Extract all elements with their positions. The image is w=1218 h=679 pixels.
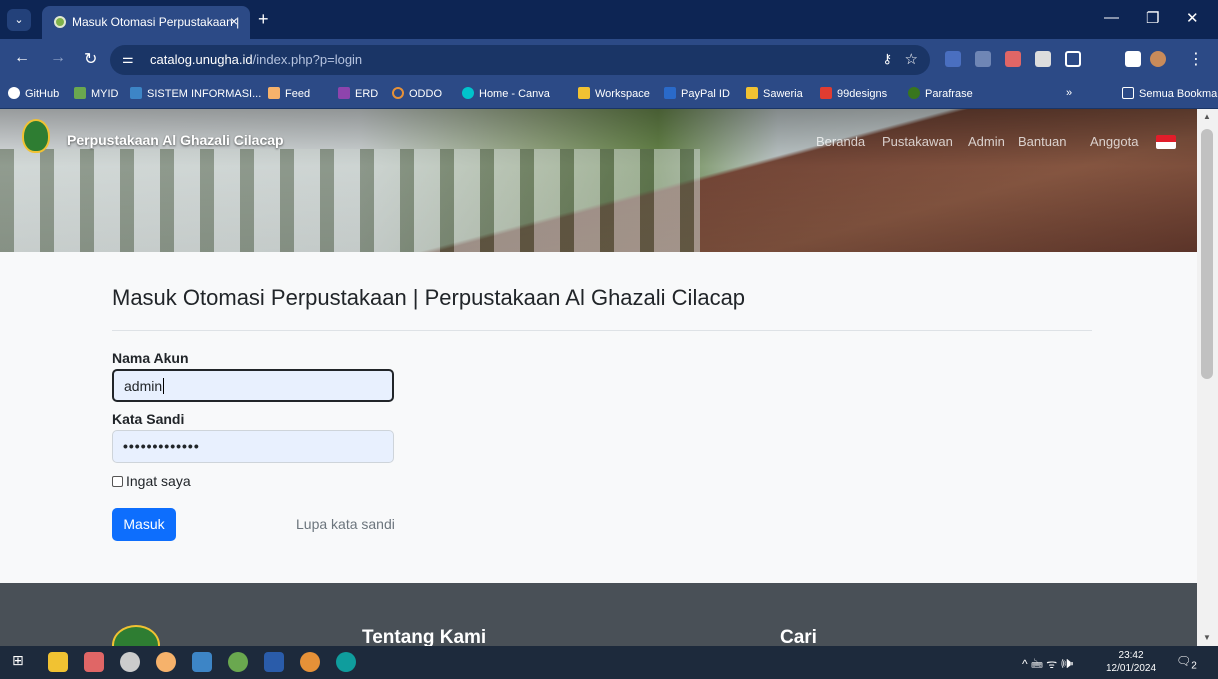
back-arrow-icon[interactable]: ← [14,49,30,67]
page-title: Masuk Otomasi Perpustakaan | Perpustakaa… [112,285,746,310]
windows-start-icon[interactable]: ⊞ [12,652,32,672]
url-text: catalog.unugha.id/index.php?p=login [150,52,363,67]
library-logo[interactable] [22,119,50,153]
bookmarks-bar: GitHub MYID SISTEM INFORMASI... Feed ERD… [0,81,1218,109]
nav-anggota[interactable]: Anggota [1090,134,1138,149]
extension-icon[interactable] [945,51,961,67]
page-viewport: Perpustakaan Al Ghazali Cilacap Beranda … [0,109,1197,646]
hero-building-image [0,149,700,252]
username-input[interactable]: admin [112,369,394,402]
page-scrollbar[interactable]: ▲ ▼ [1197,109,1218,646]
bookmark-favicon-icon [392,87,404,99]
reload-icon[interactable]: ↻ [84,49,97,69]
chrome-icon[interactable] [300,652,320,672]
bookmark-item[interactable]: MYID [74,87,119,100]
password-label: Kata Sandi [112,411,185,427]
folder-icon [1122,87,1134,99]
site-info-icon[interactable]: ⚌ [122,51,134,67]
extension-icon[interactable] [975,51,991,67]
paypal-icon [664,87,676,99]
bookmark-folder[interactable]: Semua Bookmark [1122,87,1218,100]
tab-title: Masuk Otomasi Perpustakaan | [72,15,240,29]
bookmark-favicon-icon [338,87,350,99]
nav-bantuan[interactable]: Bantuan [1018,134,1066,149]
notification-icon[interactable]: 🗨2 [1176,654,1197,671]
bookmark-item[interactable]: Parafrase [908,87,973,100]
minimize-button[interactable]: — [1104,9,1119,26]
remember-me[interactable]: Ingat saya [112,473,191,489]
address-bar[interactable]: ⚌ catalog.unugha.id/index.php?p=login ⚷ … [110,45,930,75]
vscode-icon[interactable] [192,652,212,672]
close-window-button[interactable]: ✕ [1186,9,1199,27]
bookmark-item[interactable]: Home - Canva [462,87,550,100]
extensions-puzzle-icon[interactable] [1065,51,1081,67]
bookmark-favicon-icon [130,87,142,99]
password-input[interactable]: ••••••••••••• [112,430,394,463]
edge-icon[interactable] [336,652,356,672]
password-key-icon[interactable]: ⚷ [882,51,892,67]
new-tab-button[interactable]: + [258,9,269,30]
bookmark-item[interactable]: 99designs [820,87,887,100]
restore-button[interactable]: ❐ [1146,9,1159,27]
bookmark-star-icon[interactable]: ☆ [905,50,918,68]
bookmark-item[interactable]: GitHub [8,87,59,100]
github-icon [8,87,20,99]
divider [112,330,1092,331]
forward-arrow-icon[interactable]: → [50,49,66,67]
bookmark-item[interactable]: Feed [268,87,310,100]
chrome-canary-icon[interactable] [156,652,176,672]
bookmark-item[interactable]: PayPal ID [664,87,730,100]
canva-icon [462,87,474,99]
file-explorer-icon[interactable] [48,652,68,672]
taskbar: ⊞ ^ 🖮 ᯤ 🕪 23:42 12/01/2024 🗨2 [0,646,1218,679]
footer-about-heading: Tentang Kami [362,627,487,646]
scroll-down-icon[interactable]: ▼ [1203,633,1211,642]
word-icon[interactable] [264,652,284,672]
hero-banner: Perpustakaan Al Ghazali Cilacap Beranda … [0,109,1197,252]
system-tray-icons[interactable]: ^ 🖮 ᯤ 🕪 [1022,655,1074,676]
browser-toolbar: ← → ↻ ⚌ catalog.unugha.id/index.php?p=lo… [0,39,1218,81]
extension-icon[interactable] [1005,51,1021,67]
site-favicon-icon [54,16,66,28]
bookmark-item[interactable]: SISTEM INFORMASI... [130,87,261,100]
bookmark-favicon-icon [820,87,832,99]
scroll-up-icon[interactable]: ▲ [1203,112,1211,121]
language-flag-icon[interactable] [1156,135,1176,149]
footer-logo [112,625,160,646]
nav-beranda[interactable]: Beranda [816,134,865,149]
whatsapp-icon[interactable] [228,652,248,672]
profile-avatar[interactable] [1150,51,1166,67]
extension-icon[interactable] [1035,51,1051,67]
username-label: Nama Akun [112,350,189,366]
app-icon[interactable] [120,652,140,672]
tab-search-button[interactable]: ⌄ [7,9,31,31]
scrollbar-thumb[interactable] [1201,129,1213,379]
forgot-password-link[interactable]: Lupa kata sandi [296,516,395,532]
side-panel-icon[interactable] [1125,51,1141,67]
bookmark-favicon-icon [908,87,920,99]
site-brand[interactable]: Perpustakaan Al Ghazali Cilacap [67,132,284,148]
bookmarks-overflow-button[interactable]: » [1066,87,1072,99]
bookmark-item[interactable]: Workspace [578,87,650,100]
nav-admin[interactable]: Admin [968,134,1005,149]
footer: Tentang Kami Cari [0,583,1197,646]
bookmark-favicon-icon [746,87,758,99]
bookmark-item[interactable]: ERD [338,87,378,100]
remember-checkbox[interactable] [112,476,123,487]
browser-tab-strip: ⌄ Masuk Otomasi Perpustakaan | × + — ❐ ✕ [0,0,1218,39]
footer-search-heading: Cari [780,627,817,646]
figma-icon[interactable] [84,652,104,672]
bookmark-item[interactable]: Saweria [746,87,803,100]
bookmark-favicon-icon [578,87,590,99]
clock[interactable]: 23:42 12/01/2024 [1106,649,1156,675]
bookmark-favicon-icon [268,87,280,99]
browser-tab[interactable]: Masuk Otomasi Perpustakaan | × [42,6,250,39]
bookmark-item[interactable]: ODDO [392,87,442,100]
nav-pustakawan[interactable]: Pustakawan [882,134,953,149]
tab-close-icon[interactable]: × [230,13,238,29]
browser-menu-icon[interactable]: ⋮ [1188,49,1204,69]
login-button[interactable]: Masuk [112,508,176,541]
text-cursor [163,378,165,394]
bookmark-favicon-icon [74,87,86,99]
